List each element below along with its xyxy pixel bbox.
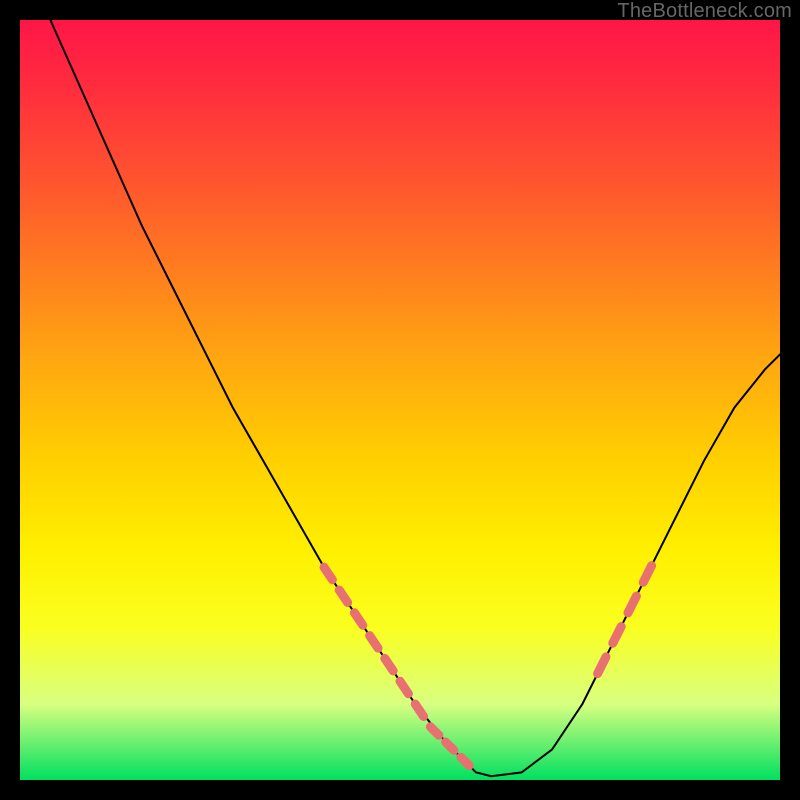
- plot-area: [20, 20, 780, 780]
- highlight-dash: [400, 681, 408, 694]
- highlight-dash: [339, 590, 347, 603]
- highlight-dash: [430, 727, 438, 735]
- curve-group: [50, 20, 780, 776]
- highlight-dash: [385, 658, 393, 671]
- highlight-dash: [324, 567, 332, 580]
- highlight-dash: [643, 566, 651, 583]
- highlight-dash: [598, 657, 606, 674]
- highlight-dash: [415, 704, 423, 717]
- highlight-dash: [446, 742, 454, 750]
- highlight-dash: [613, 627, 621, 644]
- highlight-dash: [628, 596, 636, 613]
- chart-container: TheBottleneck.com: [0, 0, 800, 800]
- highlight-dash: [354, 613, 362, 626]
- highlight-dash: [461, 757, 469, 765]
- bottleneck-curve: [50, 20, 780, 776]
- highlight-dash: [370, 636, 378, 649]
- chart-svg: [20, 20, 780, 780]
- highlight-dashes: [324, 566, 652, 766]
